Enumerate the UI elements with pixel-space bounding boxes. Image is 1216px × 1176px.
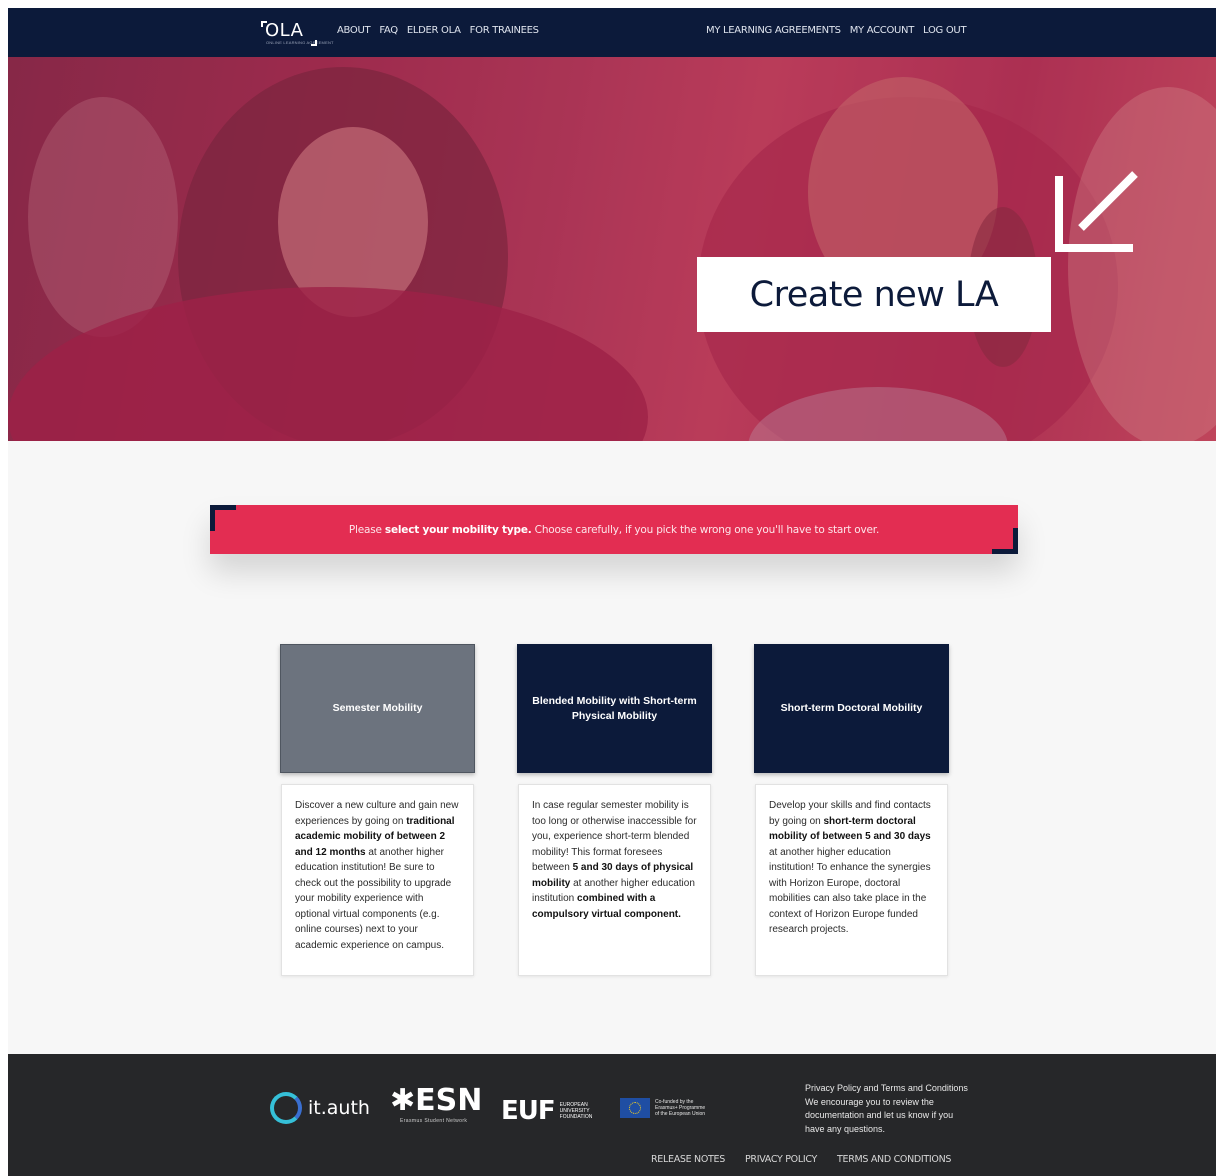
esn-logo-subtitle: Erasmus Student Network [400, 1118, 468, 1124]
nav-link-my-account[interactable]: MY ACCOUNT [850, 25, 915, 36]
footer-link-release-notes[interactable]: RELEASE NOTES [651, 1154, 725, 1165]
option-description-semester: Discover a new culture and gain new expe… [281, 784, 474, 976]
option-title: Short-term Doctoral Mobility [780, 702, 923, 714]
erasmus-logo-line: of the European Union [655, 1111, 706, 1117]
arrow-down-left-icon [1055, 171, 1138, 252]
esn-logo[interactable]: ✱ESN Erasmus Student Network [390, 1083, 483, 1125]
logo-text: OLA [265, 20, 304, 41]
ola-logo[interactable]: OLA ONLINE LEARNING AGREEMENT [261, 18, 333, 46]
mobility-type-alert: Please select your mobility type. Choose… [210, 505, 1018, 554]
option-short-term-doctoral-mobility[interactable]: Short-term Doctoral Mobility [754, 644, 949, 773]
euf-logo-subtitle: EUROPEAN UNIVERSITY FOUNDATION [560, 1102, 593, 1120]
itauth-logo[interactable]: it.auth [270, 1092, 370, 1124]
nav-link-my-learning-agreements[interactable]: MY LEARNING AGREEMENTS [706, 25, 841, 36]
alert-message-suffix: Choose carefully, if you pick the wrong … [531, 523, 880, 536]
nav-link-for-trainees[interactable]: FOR TRAINEES [470, 25, 539, 36]
nav-link-elder-ola[interactable]: ELDER OLA [407, 25, 461, 36]
nav-account-links: MY LEARNING AGREEMENTS MY ACCOUNT LOG OU… [706, 25, 967, 36]
option-semester-mobility[interactable]: Semester Mobility [280, 644, 475, 773]
footer-link-privacy-policy[interactable]: PRIVACY POLICY [745, 1154, 817, 1165]
option-blended-mobility[interactable]: Blended Mobility with Short-term Physica… [517, 644, 712, 773]
alert-message-strong: select your mobility type. [384, 523, 532, 536]
option-description-doctoral: Develop your skills and find contacts by… [755, 784, 948, 976]
erasmus-plus-logo[interactable]: Co-funded by the Erasmus+ Programme of t… [620, 1098, 705, 1118]
erasmus-logo-subtitle: Co-funded by the Erasmus+ Programme of t… [655, 1099, 705, 1117]
option-title: Semester Mobility [332, 702, 423, 714]
itauth-ring-icon [270, 1092, 302, 1124]
euf-logo-line: FOUNDATION [559, 1114, 593, 1120]
logo-corner [311, 40, 317, 46]
create-new-la-button[interactable]: Create new LA [697, 257, 1051, 332]
footer-links: RELEASE NOTES PRIVACY POLICY TERMS AND C… [651, 1154, 951, 1165]
footer-link-terms-and-conditions[interactable]: TERMS AND CONDITIONS [837, 1154, 951, 1165]
description-text: Develop your skills and find contacts by… [769, 798, 935, 938]
description-text-part: at another higher education institution!… [769, 846, 931, 936]
description-text: Discover a new culture and gain new expe… [295, 798, 461, 953]
eu-flag-icon [620, 1098, 650, 1118]
logo-subtitle: ONLINE LEARNING AGREEMENT [266, 40, 334, 45]
option-title: Blended Mobility with Short-term Physica… [532, 694, 697, 722]
description-text-part: at another higher education institution!… [295, 846, 452, 951]
top-navbar: OLA ONLINE LEARNING AGREEMENT ABOUT FAQ … [8, 8, 1216, 57]
esn-logo-text: ✱ESN [390, 1083, 483, 1118]
page: OLA ONLINE LEARNING AGREEMENT ABOUT FAQ … [8, 8, 1216, 1176]
alert-corner-bottom-right [992, 528, 1018, 554]
euf-logo-text: EUF [501, 1096, 556, 1126]
description-text: In case regular semester mobility is too… [532, 798, 698, 922]
nav-link-faq[interactable]: FAQ [379, 25, 398, 36]
alert-corner-top-left [210, 505, 236, 531]
page-footer: it.auth ✱ESN Erasmus Student Network EUF… [8, 1054, 1216, 1176]
arrow-diagonal-stroke [1078, 171, 1138, 231]
hero-tint-overlay [8, 57, 1216, 441]
nav-link-about[interactable]: ABOUT [337, 25, 371, 36]
alert-message-prefix: Please [348, 523, 385, 536]
option-description-blended: In case regular semester mobility is too… [518, 784, 711, 976]
hero-banner: Create new LA [8, 57, 1216, 441]
nav-primary-links: ABOUT FAQ ELDER OLA FOR TRAINEES [337, 25, 539, 36]
alert-message: Please select your mobility type. Choose… [349, 524, 879, 536]
itauth-logo-text: it.auth [308, 1097, 370, 1119]
euf-logo[interactable]: EUF EUROPEAN UNIVERSITY FOUNDATION [501, 1098, 592, 1124]
footer-policy-text: Privacy Policy and Terms and Conditions … [805, 1083, 968, 1134]
nav-link-log-out[interactable]: LOG OUT [923, 25, 967, 36]
